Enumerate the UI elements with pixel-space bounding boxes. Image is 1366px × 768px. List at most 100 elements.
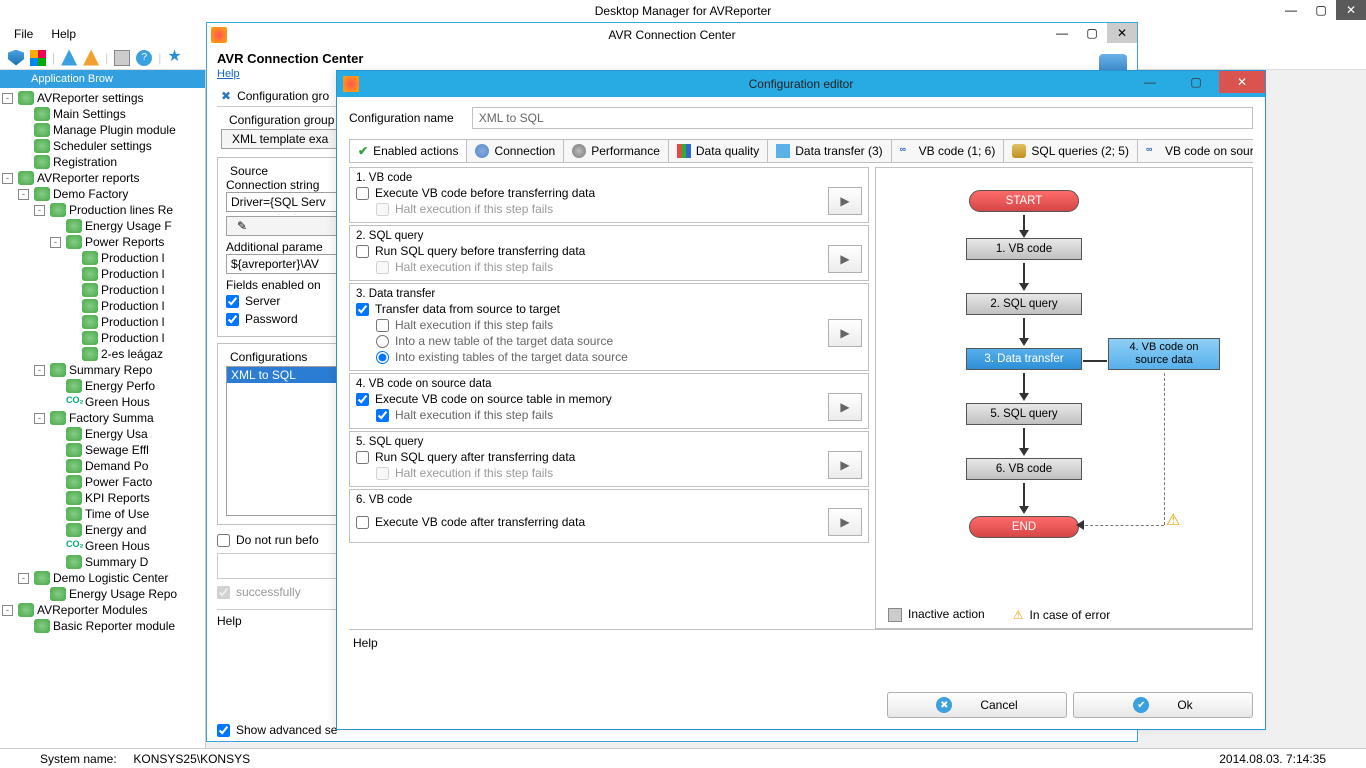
tree-item[interactable]: -Summary Repo bbox=[0, 362, 205, 378]
tree-item-label: Production l bbox=[101, 283, 164, 297]
tree-item[interactable]: Production l bbox=[0, 250, 205, 266]
tree-item[interactable]: Scheduler settings bbox=[0, 138, 205, 154]
a1-run-button[interactable]: ▶ bbox=[828, 187, 862, 215]
ce-cancel-button[interactable]: ✖ Cancel bbox=[887, 692, 1067, 718]
tree-item[interactable]: Manage Plugin module bbox=[0, 122, 205, 138]
cc-help-link[interactable]: Help bbox=[217, 68, 240, 80]
a5-run-checkbox[interactable] bbox=[356, 451, 369, 464]
tree-item[interactable]: Summary D bbox=[0, 554, 205, 570]
tree-item[interactable]: -AVReporter settings bbox=[0, 90, 205, 106]
a4-exec-checkbox[interactable] bbox=[356, 393, 369, 406]
cc-advanced-checkbox[interactable] bbox=[217, 724, 230, 737]
tree-item[interactable]: Production l bbox=[0, 314, 205, 330]
flow-start: START bbox=[969, 190, 1079, 212]
a3-existing-radio[interactable] bbox=[376, 351, 389, 364]
tree-item[interactable]: Demand Po bbox=[0, 458, 205, 474]
tab-data-quality[interactable]: Data quality bbox=[668, 139, 768, 162]
toolbar-docs-icon[interactable] bbox=[114, 50, 130, 66]
tree-item[interactable]: Energy Perfo bbox=[0, 378, 205, 394]
a3-halt-checkbox[interactable] bbox=[376, 319, 389, 332]
tree-item-icon: CO₂ bbox=[66, 539, 82, 553]
cc-source-legend: Source bbox=[226, 164, 272, 178]
ce-body: Configuration name ✔Enabled actions Conn… bbox=[337, 97, 1265, 689]
tab-vb-code-16[interactable]: ∞VB code (1; 6) bbox=[891, 139, 1005, 162]
cc-norun-checkbox[interactable] bbox=[217, 534, 230, 547]
tree-item[interactable]: 2-es leágaz bbox=[0, 346, 205, 362]
tree-item[interactable]: KPI Reports bbox=[0, 490, 205, 506]
tree-item[interactable]: Energy and bbox=[0, 522, 205, 538]
ce-ok-button[interactable]: ✔ Ok bbox=[1073, 692, 1253, 718]
tree-item[interactable]: -AVReporter Modules bbox=[0, 602, 205, 618]
cc-minimize-button[interactable]: — bbox=[1047, 23, 1077, 43]
maximize-button[interactable]: ▢ bbox=[1306, 0, 1336, 20]
tree-item[interactable]: -AVReporter reports bbox=[0, 170, 205, 186]
tree-item[interactable]: Registration bbox=[0, 154, 205, 170]
tree-item[interactable]: CO₂Green Hous bbox=[0, 394, 205, 410]
ce-minimize-button[interactable]: — bbox=[1127, 71, 1173, 93]
a4-halt-checkbox[interactable] bbox=[376, 409, 389, 422]
tab-enabled-actions[interactable]: ✔Enabled actions bbox=[349, 139, 467, 162]
toolbar-help-icon[interactable]: ? bbox=[136, 50, 152, 66]
tab-vb-source[interactable]: ∞VB code on source data (4) bbox=[1137, 139, 1253, 162]
tree-item[interactable]: Time of Use bbox=[0, 506, 205, 522]
tree-item[interactable]: -Production lines Re bbox=[0, 202, 205, 218]
tree-item[interactable]: Energy Usage Repo bbox=[0, 586, 205, 602]
tree-item[interactable]: -Factory Summa bbox=[0, 410, 205, 426]
toolbar-star-icon[interactable]: ★ bbox=[167, 50, 183, 66]
play-icon: ▶ bbox=[840, 252, 849, 266]
tree-item[interactable]: Production l bbox=[0, 330, 205, 346]
a6-run-button[interactable]: ▶ bbox=[828, 508, 862, 536]
a3-run-button[interactable]: ▶ bbox=[828, 319, 862, 347]
tree-item[interactable]: CO₂Green Hous bbox=[0, 538, 205, 554]
tab-performance[interactable]: Performance bbox=[563, 139, 669, 162]
toolbar-grid-icon[interactable] bbox=[30, 50, 46, 66]
tree-item-label: AVReporter reports bbox=[37, 171, 140, 185]
statusbar: System name: KONSYS25\KONSYS 2014.08.03.… bbox=[0, 748, 1366, 768]
tree-item-icon bbox=[66, 459, 82, 473]
a2-run-checkbox[interactable] bbox=[356, 245, 369, 258]
tab-sql-queries[interactable]: SQL queries (2; 5) bbox=[1003, 139, 1138, 162]
cfg-name-input[interactable] bbox=[472, 107, 1253, 129]
tree-item[interactable]: Sewage Effl bbox=[0, 442, 205, 458]
tree-item-icon bbox=[82, 331, 98, 345]
tree-item[interactable]: -Power Reports bbox=[0, 234, 205, 250]
toolbar-alert-orange-icon[interactable] bbox=[83, 50, 99, 66]
toolbar-shield-icon[interactable] bbox=[8, 50, 24, 66]
tree-item[interactable]: Main Settings bbox=[0, 106, 205, 122]
cc-password-checkbox[interactable] bbox=[226, 313, 239, 326]
a4-run-button[interactable]: ▶ bbox=[828, 393, 862, 421]
cc-maximize-button[interactable]: ▢ bbox=[1077, 23, 1107, 43]
toolbar-alert-blue-icon[interactable] bbox=[61, 50, 77, 66]
tree-item-icon bbox=[18, 603, 34, 617]
vb-icon: ∞ bbox=[900, 144, 914, 158]
tree-item[interactable]: -Demo Logistic Center bbox=[0, 570, 205, 586]
flowchart-panel: START 1. VB code 2. SQL query 3. Data tr… bbox=[875, 167, 1253, 629]
close-button[interactable]: ✕ bbox=[1336, 0, 1366, 20]
tree-item[interactable]: Power Facto bbox=[0, 474, 205, 490]
a5-run-button[interactable]: ▶ bbox=[828, 451, 862, 479]
a1-exec-checkbox[interactable] bbox=[356, 187, 369, 200]
tree-item[interactable]: Production l bbox=[0, 266, 205, 282]
a3-newtable-radio[interactable] bbox=[376, 335, 389, 348]
tree-item[interactable]: Production l bbox=[0, 298, 205, 314]
play-icon: ▶ bbox=[840, 326, 849, 340]
tree-item[interactable]: Energy Usage F bbox=[0, 218, 205, 234]
cc-close-button[interactable]: ✕ bbox=[1107, 23, 1137, 43]
cc-server-checkbox[interactable] bbox=[226, 295, 239, 308]
tree-item[interactable]: Basic Reporter module bbox=[0, 618, 205, 634]
tree-item-label: Summary D bbox=[85, 555, 148, 569]
a3-transfer-checkbox[interactable] bbox=[356, 303, 369, 316]
menu-help[interactable]: Help bbox=[51, 27, 76, 41]
ce-maximize-button[interactable]: ▢ bbox=[1173, 71, 1219, 93]
ce-close-button[interactable]: ✕ bbox=[1219, 71, 1265, 93]
a6-exec-checkbox[interactable] bbox=[356, 516, 369, 529]
a2-run-button[interactable]: ▶ bbox=[828, 245, 862, 273]
tree-item[interactable]: Production l bbox=[0, 282, 205, 298]
tree-item[interactable]: Energy Usa bbox=[0, 426, 205, 442]
menu-file[interactable]: File bbox=[14, 27, 33, 41]
tab-data-transfer[interactable]: Data transfer (3) bbox=[767, 139, 891, 162]
tree-item[interactable]: -Demo Factory bbox=[0, 186, 205, 202]
minimize-button[interactable]: — bbox=[1276, 0, 1306, 20]
nav-tree[interactable]: -AVReporter settingsMain SettingsManage … bbox=[0, 88, 205, 748]
tab-connection[interactable]: Connection bbox=[466, 139, 564, 162]
